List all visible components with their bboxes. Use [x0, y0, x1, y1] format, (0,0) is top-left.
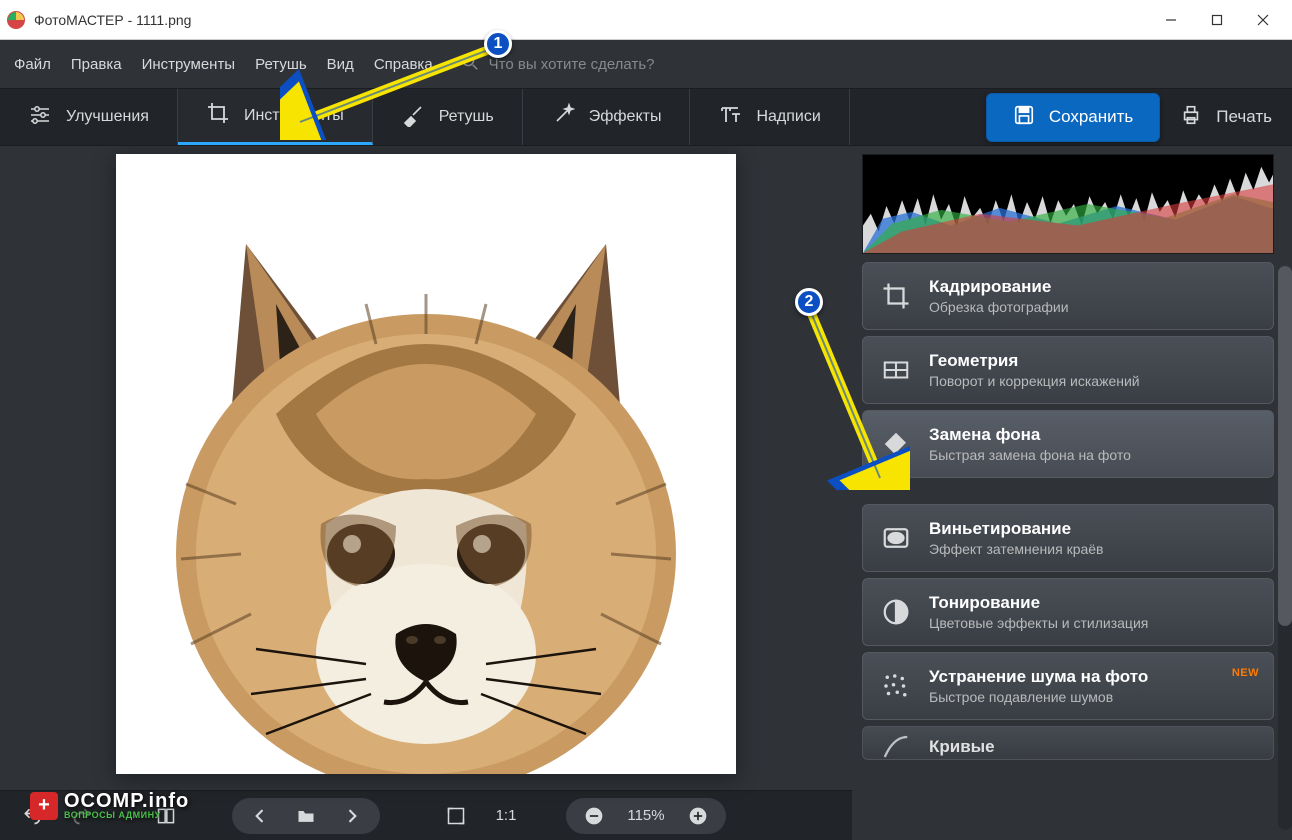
window-close-button[interactable]: [1240, 4, 1286, 36]
watermark: + OCOMP.info ВОПРОСЫ АДМИНУ: [30, 791, 189, 820]
tool-replace-bg[interactable]: Замена фонаБыстрая замена фона на фото: [862, 410, 1274, 478]
tool-crop[interactable]: КадрированиеОбрезка фотографии: [862, 262, 1274, 330]
new-badge: NEW: [1232, 667, 1259, 679]
prev-file-button[interactable]: [242, 798, 278, 834]
zoom-out-button[interactable]: [576, 798, 612, 834]
app-frame: Файл Правка Инструменты Ретушь Вид Справ…: [0, 40, 1292, 840]
canvas-area: 1:1 115%: [0, 146, 852, 840]
search-icon: [461, 53, 479, 75]
annotation-badge-2: 2: [795, 288, 823, 316]
curves-icon: [881, 732, 911, 760]
tab-effects[interactable]: Эффекты: [523, 89, 691, 145]
watermark-plus-icon: +: [30, 792, 58, 820]
print-icon: [1180, 104, 1202, 131]
app-icon: [6, 10, 26, 30]
tab-tools[interactable]: Инструменты: [178, 89, 373, 145]
tool-vignette[interactable]: ВиньетированиеЭффект затемнения краёв: [862, 504, 1274, 572]
sliders-icon: [28, 103, 52, 132]
image-preview: [116, 154, 736, 774]
file-nav: [232, 798, 380, 834]
zoom-in-button[interactable]: [680, 798, 716, 834]
canvas-viewport[interactable]: [0, 146, 852, 790]
menu-file[interactable]: Файл: [14, 56, 51, 73]
save-icon: [1013, 104, 1035, 131]
tool-list: КадрированиеОбрезка фотографии Геометрия…: [862, 262, 1292, 832]
vignette-icon: [881, 523, 911, 553]
tab-label: Эффекты: [589, 108, 662, 126]
toning-icon: [881, 597, 911, 627]
zoom-ratio-button[interactable]: 1:1: [488, 798, 524, 834]
tab-retouch[interactable]: Ретушь: [373, 89, 523, 145]
tabbar: Улучшения Инструменты Ретушь Эффекты Над…: [0, 88, 1292, 146]
tab-label: Ретушь: [439, 108, 494, 126]
tab-enhance[interactable]: Улучшения: [0, 89, 178, 145]
print-button[interactable]: Печать: [1180, 104, 1272, 131]
menu-tools[interactable]: Инструменты: [142, 56, 236, 73]
scrollbar-track[interactable]: [1278, 266, 1292, 830]
print-label: Печать: [1216, 107, 1272, 127]
window-maximize-button[interactable]: [1194, 4, 1240, 36]
annotation-badge-1: 1: [484, 30, 512, 58]
bucket-icon: [881, 429, 911, 459]
crop-icon: [881, 281, 911, 311]
search-input[interactable]: [489, 56, 709, 73]
geometry-icon: [881, 355, 911, 385]
save-label: Сохранить: [1049, 107, 1133, 127]
menu-retouch[interactable]: Ретушь: [255, 56, 307, 73]
menu-edit[interactable]: Правка: [71, 56, 122, 73]
menu-help[interactable]: Справка: [374, 56, 433, 73]
histogram: [862, 154, 1274, 254]
open-folder-button[interactable]: [288, 798, 324, 834]
menubar: Файл Правка Инструменты Ретушь Вид Справ…: [0, 40, 1292, 88]
zoom-controls: 115%: [566, 798, 726, 834]
tab-label: Инструменты: [244, 107, 344, 125]
tab-label: Надписи: [756, 108, 820, 126]
fit-screen-button[interactable]: [438, 798, 474, 834]
tab-label: Улучшения: [66, 108, 149, 126]
window-minimize-button[interactable]: [1148, 4, 1194, 36]
scrollbar-thumb[interactable]: [1278, 266, 1292, 626]
crop-icon: [206, 101, 230, 130]
brush-icon: [401, 103, 425, 132]
window-titlebar: ФотоМАСТЕР - 1111.png: [0, 0, 1292, 40]
window-title: ФотоМАСТЕР - 1111.png: [34, 12, 1148, 28]
tool-curves[interactable]: Кривые: [862, 726, 1274, 760]
tab-text[interactable]: Надписи: [690, 89, 849, 145]
tool-toning[interactable]: ТонированиеЦветовые эффекты и стилизация: [862, 578, 1274, 646]
next-file-button[interactable]: [334, 798, 370, 834]
menu-view[interactable]: Вид: [327, 56, 354, 73]
right-panel: КадрированиеОбрезка фотографии Геометрия…: [852, 146, 1292, 840]
wand-icon: [551, 103, 575, 132]
zoom-value: 115%: [622, 807, 670, 824]
main-area: 1:1 115%: [0, 146, 1292, 840]
tool-geometry[interactable]: ГеометрияПоворот и коррекция искажений: [862, 336, 1274, 404]
text-icon: [718, 103, 742, 132]
save-button[interactable]: Сохранить: [986, 93, 1160, 142]
noise-icon: [881, 671, 911, 701]
tool-denoise[interactable]: Устранение шума на фотоБыстрое подавлени…: [862, 652, 1274, 720]
